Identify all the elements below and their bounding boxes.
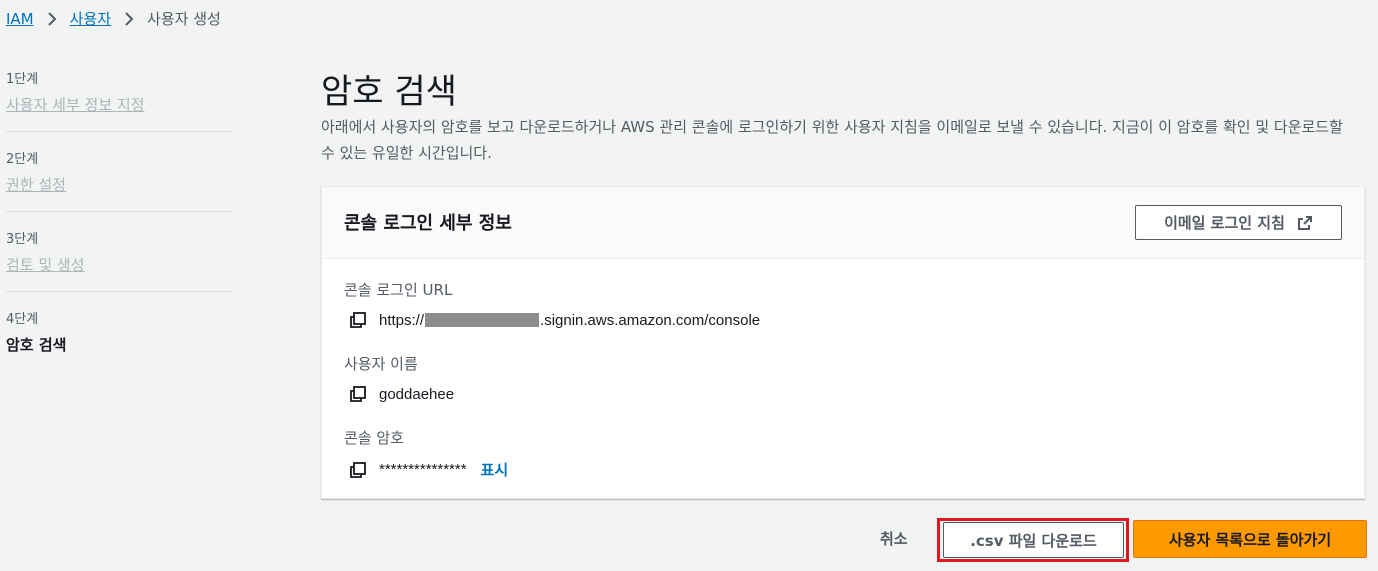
field-console-url: 콘솔 로그인 URL https:// .signin.aws.amazon.c… [344,279,760,329]
step-2: 2단계 권한 설정 [6,148,231,212]
breadcrumb-users-link[interactable]: 사용자 [70,8,111,29]
field-value: https:// .signin.aws.amazon.com/console [344,311,760,329]
field-value: *************** 표시 [344,459,508,480]
show-password-link[interactable]: 표시 [481,459,509,480]
step-4: 4단계 암호 검색 [6,308,231,371]
redacted-account-id [425,313,540,327]
step-number: 3단계 [6,232,39,247]
panel-header: 콘솔 로그인 세부 정보 이메일 로그인 지침 [322,187,1364,259]
page-description: 아래에서 사용자의 암호를 보고 다운로드하거나 AWS 관리 콘솔에 로그인하… [321,118,1343,162]
field-label: 콘솔 로그인 URL [344,281,453,299]
copy-icon[interactable] [349,461,367,479]
copy-icon[interactable] [349,311,367,329]
copy-icon[interactable] [349,385,367,403]
page-title: 암호 검색 [321,72,457,112]
step-link-user-details[interactable]: 사용자 세부 정보 지정 [6,94,231,115]
wizard-steps: 1단계 사용자 세부 정보 지정 2단계 권한 설정 3단계 검토 및 생성 4… [6,68,231,387]
url-suffix: .signin.aws.amazon.com/console [540,311,761,329]
step-current-retrieve-password: 암호 검색 [6,336,67,354]
step-1: 1단계 사용자 세부 정보 지정 [6,68,231,132]
external-link-icon [1297,215,1313,231]
url-prefix: https:// [379,311,425,329]
step-number: 1단계 [6,72,39,87]
console-signin-panel: 콘솔 로그인 세부 정보 이메일 로그인 지침 콘솔 로그인 URL https… [321,186,1365,499]
breadcrumb: IAM 사용자 사용자 생성 [6,8,221,29]
email-button-label: 이메일 로그인 지침 [1164,214,1285,232]
field-label: 콘솔 암호 [344,429,404,447]
email-signin-instructions-button[interactable]: 이메일 로그인 지침 [1135,205,1342,240]
username-value: goddaehee [379,385,455,403]
step-number: 4단계 [6,312,39,327]
chevron-right-icon [119,9,139,29]
download-csv-button[interactable]: .csv 파일 다운로드 [943,522,1124,558]
breadcrumb-current: 사용자 생성 [147,10,221,28]
field-console-password: 콘솔 암호 *************** 표시 [344,427,508,480]
chevron-right-icon [42,9,62,29]
breadcrumb-iam-link[interactable]: IAM [6,10,34,28]
field-value: goddaehee [344,385,454,403]
step-link-review[interactable]: 검토 및 생성 [6,254,231,275]
password-masked: *************** [379,461,467,478]
field-username: 사용자 이름 goddaehee [344,353,454,403]
step-link-permissions[interactable]: 권한 설정 [6,174,231,195]
step-number: 2단계 [6,152,39,167]
action-footer: 취소 .csv 파일 다운로드 사용자 목록으로 돌아가기 [0,518,1378,564]
step-3: 3단계 검토 및 생성 [6,228,231,292]
panel-title: 콘솔 로그인 세부 정보 [344,213,512,234]
field-label: 사용자 이름 [344,355,418,373]
return-to-users-button[interactable]: 사용자 목록으로 돌아가기 [1133,520,1367,558]
cancel-button[interactable]: 취소 [866,522,922,554]
